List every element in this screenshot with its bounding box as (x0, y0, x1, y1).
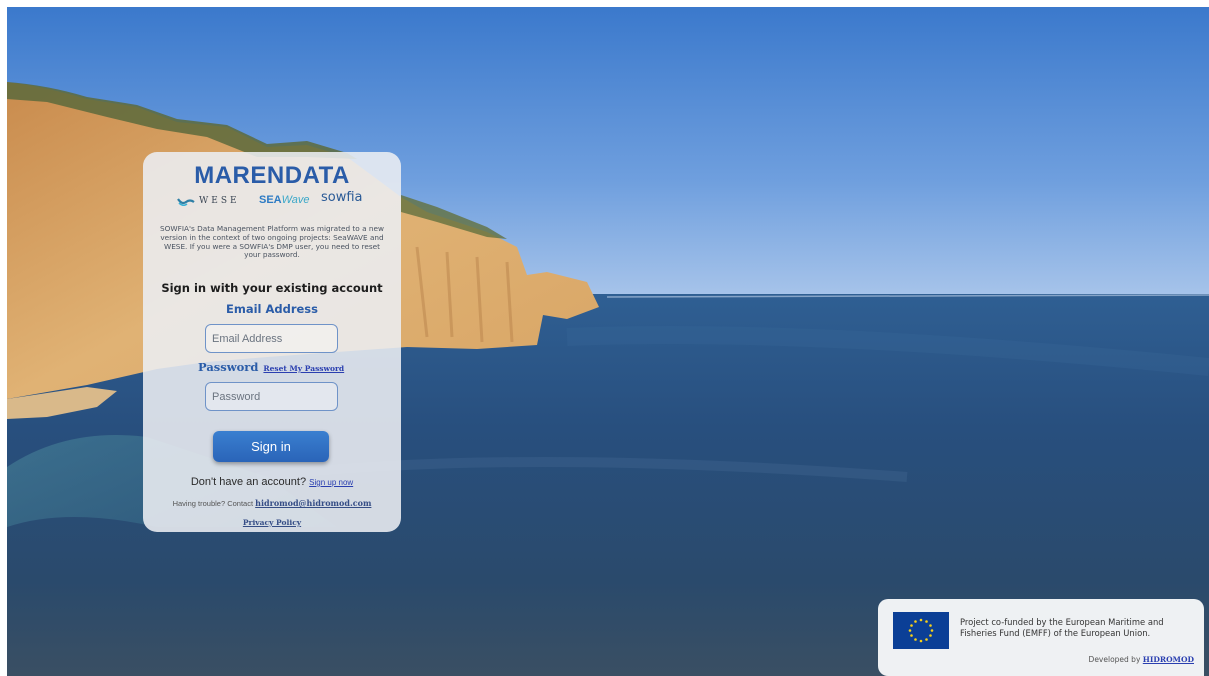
support-row: Having trouble? Contact hidromod@hidromo… (143, 498, 401, 508)
eu-flag-icon (893, 612, 949, 649)
seawave-logo: SEAWave (259, 194, 310, 206)
developed-by-prefix: Developed by (1088, 655, 1141, 664)
reset-password-link[interactable]: Reset My Password (263, 364, 344, 373)
email-input[interactable] (205, 324, 338, 353)
brand-title: MARENDATA (194, 162, 350, 189)
developer-link[interactable]: HIDROMOD (1143, 655, 1194, 664)
page: MARENDATA WESE SEAWave sowfia SOWFIA's D… (7, 7, 1209, 676)
wese-logo-text: WESE (199, 196, 240, 206)
password-row: Password Reset My Password (198, 360, 344, 374)
funding-text: Project co-funded by the European Mariti… (960, 617, 1164, 638)
signin-button[interactable]: Sign in (213, 431, 329, 462)
signup-prompt: Don't have an account? (190, 476, 307, 488)
login-card: MARENDATA WESE SEAWave sowfia SOWFIA's D… (143, 152, 401, 532)
email-label: Email Address (225, 302, 318, 316)
signup-link[interactable]: Sign up now (309, 478, 353, 487)
migration-notice: SOWFIA's Data Management Platform was mi… (160, 224, 384, 260)
support-prompt: Having trouble? Contact (172, 499, 254, 508)
seawave-logo-text: SEA (259, 194, 282, 206)
password-label: Password (198, 360, 259, 374)
password-input[interactable] (205, 382, 338, 411)
sowfia-logo: sowfia (321, 190, 363, 205)
wave-icon (177, 198, 195, 206)
signup-row: Don't have an account? Sign up now (143, 476, 401, 488)
support-email-link[interactable]: hidromod@hidromod.com (255, 498, 371, 508)
developed-by: Developed by HIDROMOD (1089, 655, 1194, 664)
signin-heading: Sign in with your existing account (161, 281, 383, 295)
partner-logos: WESE SEAWave sowfia (177, 190, 367, 216)
funding-notice: Project co-funded by the European Mariti… (878, 599, 1204, 676)
privacy-policy-link[interactable]: Privacy Policy (143, 518, 401, 527)
wese-logo: WESE (177, 196, 240, 206)
seawave-logo-subtext: Wave (281, 194, 310, 206)
